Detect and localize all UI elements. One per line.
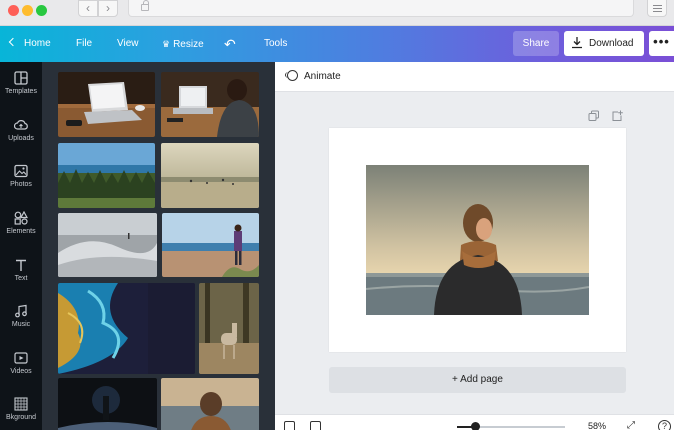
animate-toolbar: Animate <box>275 62 674 92</box>
resize-button[interactable]: ♛ Resize <box>162 26 204 62</box>
browser-chrome: ‹ › <box>0 0 674 26</box>
person-by-sea-photo <box>366 165 589 315</box>
duplicate-page-icon[interactable] <box>588 110 600 122</box>
chevron-left-icon: ‹ <box>86 1 90 15</box>
photo-thumbnail[interactable] <box>161 72 259 137</box>
canvas-photo[interactable] <box>366 165 589 315</box>
browser-menu-button[interactable] <box>647 0 667 17</box>
photo-thumbnail[interactable] <box>161 378 259 430</box>
home-label: Home <box>24 38 51 49</box>
download-icon <box>572 37 582 49</box>
person-sunset-thumb <box>161 378 259 430</box>
add-page-icon[interactable] <box>611 110 623 122</box>
share-button[interactable]: Share <box>513 31 559 56</box>
sidebar-item-videos[interactable]: Videos <box>0 342 42 388</box>
sidebar-item-text[interactable]: Text <box>0 249 42 295</box>
music-note-icon <box>15 304 27 318</box>
video-icon <box>14 352 28 364</box>
sidebar-item-label: Elements <box>6 228 36 235</box>
animate-label: Animate <box>304 71 341 82</box>
add-page-button[interactable]: + Add page <box>329 367 626 393</box>
zoom-slider-handle[interactable] <box>471 422 481 430</box>
night-snow-photo <box>58 378 157 430</box>
templates-icon <box>14 71 28 85</box>
help-button[interactable]: ? <box>658 420 671 430</box>
download-label: Download <box>589 38 634 49</box>
sidebar-item-label: Uploads <box>8 135 34 142</box>
menu-line <box>653 11 662 12</box>
download-button[interactable]: Download <box>564 31 644 56</box>
animate-icon <box>285 70 298 81</box>
sidebar-item-label: Text <box>14 275 28 282</box>
deer-forest-photo <box>199 283 259 374</box>
photo-thumbnail[interactable] <box>161 143 259 208</box>
chevron-left-icon <box>8 37 18 47</box>
resize-label: Resize <box>173 39 204 50</box>
sidebar-item-background[interactable]: Bkground <box>0 388 42 430</box>
zoom-level[interactable]: 58% <box>588 421 606 430</box>
comments-icon[interactable] <box>310 421 321 430</box>
photo-thumbnail[interactable] <box>58 378 157 430</box>
crown-icon: ♛ <box>162 39 171 49</box>
side-rail: Templates Uploads Photos Elements Text M… <box>0 62 42 430</box>
file-menu[interactable]: File <box>76 26 92 62</box>
sidebar-item-uploads[interactable]: Uploads <box>0 109 42 155</box>
address-bar[interactable] <box>128 0 634 17</box>
minimize-window-button[interactable] <box>22 5 33 16</box>
more-options-button[interactable]: ••• <box>649 31 674 56</box>
view-menu[interactable]: View <box>117 26 139 62</box>
chevron-right-icon: › <box>106 1 110 15</box>
menu-line <box>653 5 662 6</box>
forest-lake-photo <box>58 143 155 208</box>
sidebar-item-label: Videos <box>10 368 32 375</box>
photo-icon <box>14 164 28 178</box>
sidebar-item-elements[interactable]: Elements <box>0 202 42 248</box>
photo-thumbnail[interactable] <box>199 283 259 374</box>
menu-line <box>653 8 662 9</box>
photo-thumbnail[interactable] <box>58 213 157 277</box>
editor-toolbar: Home File View ♛ Resize ↶ Tools Share Dow… <box>0 26 674 62</box>
photo-thumbnail[interactable] <box>58 143 155 208</box>
cloud-upload-icon <box>14 120 28 130</box>
close-window-button[interactable] <box>8 5 19 16</box>
page-notes-icon[interactable] <box>284 421 295 430</box>
photos-panel <box>42 62 275 430</box>
maximize-window-button[interactable] <box>36 5 47 16</box>
snowy-dunes-photo <box>58 213 157 277</box>
background-pattern-icon <box>14 397 28 411</box>
photo-thumbnail[interactable] <box>58 283 195 374</box>
sidebar-item-music[interactable]: Music <box>0 295 42 341</box>
tools-menu[interactable]: Tools <box>264 26 287 62</box>
sidebar-item-photos[interactable]: Photos <box>0 155 42 201</box>
undo-button[interactable]: ↶ <box>224 26 236 62</box>
text-icon <box>16 259 26 271</box>
shapes-icon <box>14 211 28 225</box>
person-working-photo <box>161 72 259 137</box>
lock-icon <box>141 0 149 11</box>
sidebar-item-label: Bkground <box>6 414 36 421</box>
browser-forward-button[interactable]: › <box>98 0 118 17</box>
animate-button[interactable]: Animate <box>285 62 341 92</box>
photo-thumbnail[interactable] <box>162 213 259 277</box>
undo-icon: ↶ <box>224 36 236 52</box>
fullscreen-expand-icon[interactable]: ⤢ <box>627 420 638 430</box>
browser-back-button[interactable]: ‹ <box>78 0 98 17</box>
aerial-ocean-photo <box>58 283 195 374</box>
home-button[interactable]: Home <box>8 26 51 62</box>
sidebar-item-label: Photos <box>10 181 32 188</box>
laptop-desk-photo <box>58 72 155 137</box>
sidebar-item-label: Music <box>11 321 31 328</box>
hazy-beach-photo <box>161 143 259 208</box>
hiker-coast-photo <box>162 213 259 277</box>
sidebar-item-templates[interactable]: Templates <box>0 62 42 108</box>
photo-thumbnail[interactable] <box>58 72 155 137</box>
sidebar-item-label: Templates <box>5 88 37 95</box>
